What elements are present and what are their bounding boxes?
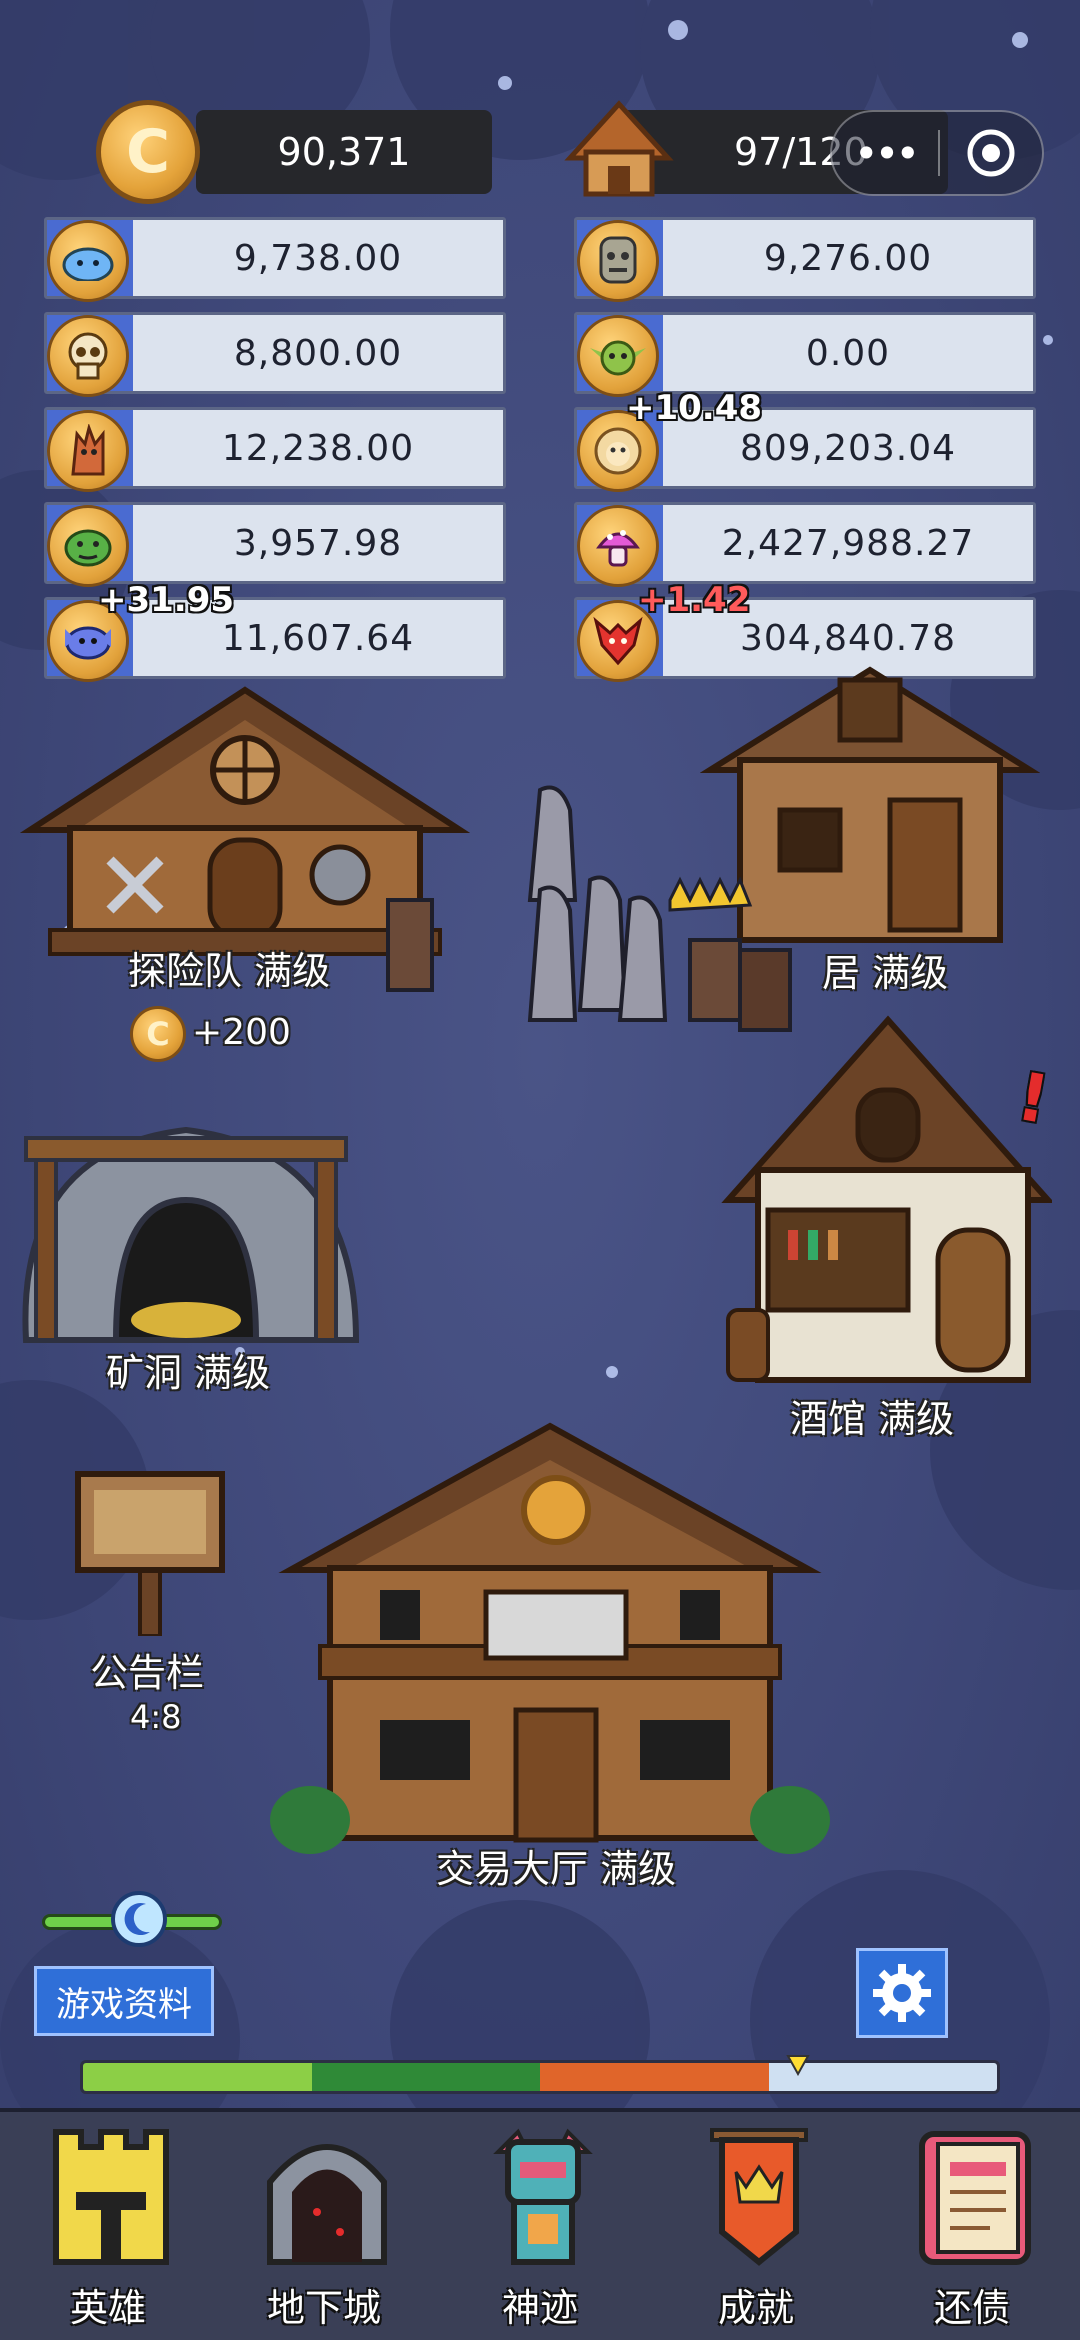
close-target-button[interactable] [940, 127, 1042, 179]
tavern-building[interactable] [708, 1010, 1055, 1390]
resource-value: 0.00 [805, 332, 891, 374]
nav-label: 成就 [717, 2286, 794, 2330]
resource-row-goblin: 0.00 [574, 312, 1036, 397]
zombie-face-icon [577, 220, 659, 302]
trade-hall-label: 交易大厅 满级 [436, 1847, 677, 1891]
resource-value: 11,607.64 [221, 617, 415, 659]
gear-icon [873, 1964, 931, 2022]
mine-cave-art [22, 1126, 360, 1343]
nav-debt[interactable]: 还债 [882, 2112, 1062, 2332]
moon-icon[interactable] [110, 1890, 168, 1948]
skull-icon [47, 315, 129, 397]
notice-board[interactable] [70, 1466, 230, 1638]
coin-reward-icon: C [130, 1006, 186, 1062]
residence-label: 居 满级 [822, 951, 949, 995]
float-gain-fish: +31.95 [98, 580, 235, 620]
mine-building[interactable] [6, 1090, 376, 1350]
resource-value: 9,738.00 [233, 237, 403, 279]
nav-achievements[interactable]: 成就 [666, 2112, 846, 2332]
coin-reward-text: +200 [192, 1012, 291, 1053]
resource-row-zombie: 9,276.00 [574, 217, 1036, 302]
ledger-book-icon [919, 2131, 1031, 2265]
castle-tower-icon [53, 2129, 169, 2265]
coin-icon: C [96, 100, 200, 204]
expedition-label: 探险队 满级 [128, 949, 331, 993]
tree-monster-icon [47, 410, 129, 492]
resource-value: 2,427,988.27 [721, 522, 975, 564]
orc-face-icon [47, 505, 129, 587]
nav-label: 神迹 [501, 2286, 578, 2330]
totem-idol-icon [493, 2128, 593, 2265]
bottom-nav-bar: 英雄 地下城 神迹 成就 还债 [0, 2108, 1080, 2340]
goblin-face-icon [577, 315, 659, 397]
nav-label: 还债 [933, 2286, 1010, 2330]
season-summer-segment [311, 2063, 540, 2091]
resource-row-mushroom: 2,427,988.27 [574, 502, 1036, 587]
resource-row-orc: 3,957.98 [44, 502, 506, 587]
resource-value: 3,957.98 [233, 522, 403, 564]
nav-label: 英雄 [69, 2286, 146, 2330]
trade-hall-art [270, 1422, 830, 1854]
resource-row-tree: 12,238.00 [44, 407, 506, 492]
resource-row-skull: 8,800.00 [44, 312, 506, 397]
season-spring-segment [83, 2063, 312, 2091]
resource-value: 304,840.78 [739, 617, 957, 659]
village-scene: 90,371 C 97/120 ••• 9,738.00 9,276.00 8,… [0, 0, 1080, 2340]
mini-program-capsule: ••• [830, 110, 1044, 196]
resource-value: 809,203.04 [739, 427, 957, 469]
resource-value: 12,238.00 [221, 427, 415, 469]
progress-marker-icon [786, 2055, 810, 2076]
crown-banner-icon [710, 2128, 808, 2266]
mine-label: 矿洞 满级 [106, 1351, 271, 1395]
coin-counter: 90,371 [196, 110, 492, 194]
nav-miracle[interactable]: 神迹 [450, 2112, 630, 2332]
more-options-button[interactable]: ••• [832, 129, 938, 178]
trade-hall-building[interactable] [270, 1420, 830, 1860]
settings-button[interactable] [856, 1948, 948, 2038]
tavern-house-art [721, 1015, 1055, 1383]
game-info-button[interactable]: 游戏资料 [34, 1966, 214, 2036]
nav-dungeon[interactable]: 地下城 [234, 2112, 414, 2332]
mushroom-icon [577, 505, 659, 587]
resource-row-slime: 9,738.00 [44, 217, 506, 302]
notice-board-art [75, 1471, 225, 1638]
float-gain-dragon: +1.42 [638, 580, 751, 620]
coin-count: 90,371 [277, 130, 411, 174]
dungeon-gate-icon [267, 2144, 387, 2265]
nav-label: 地下城 [266, 2286, 381, 2330]
resource-value: 8,800.00 [233, 332, 403, 374]
notice-board-label: 公告栏 [90, 1651, 205, 1695]
notice-board-timer: 4:8 [130, 1698, 182, 1736]
nav-heroes[interactable]: 英雄 [18, 2112, 198, 2332]
house-icon [564, 100, 674, 197]
float-gain-lion: +10.48 [626, 388, 763, 428]
blue-slime-icon [47, 220, 129, 302]
season-progress-bar [80, 2060, 1000, 2094]
resource-value: 9,276.00 [763, 237, 933, 279]
target-icon [967, 129, 1015, 177]
season-autumn-segment [540, 2063, 769, 2091]
